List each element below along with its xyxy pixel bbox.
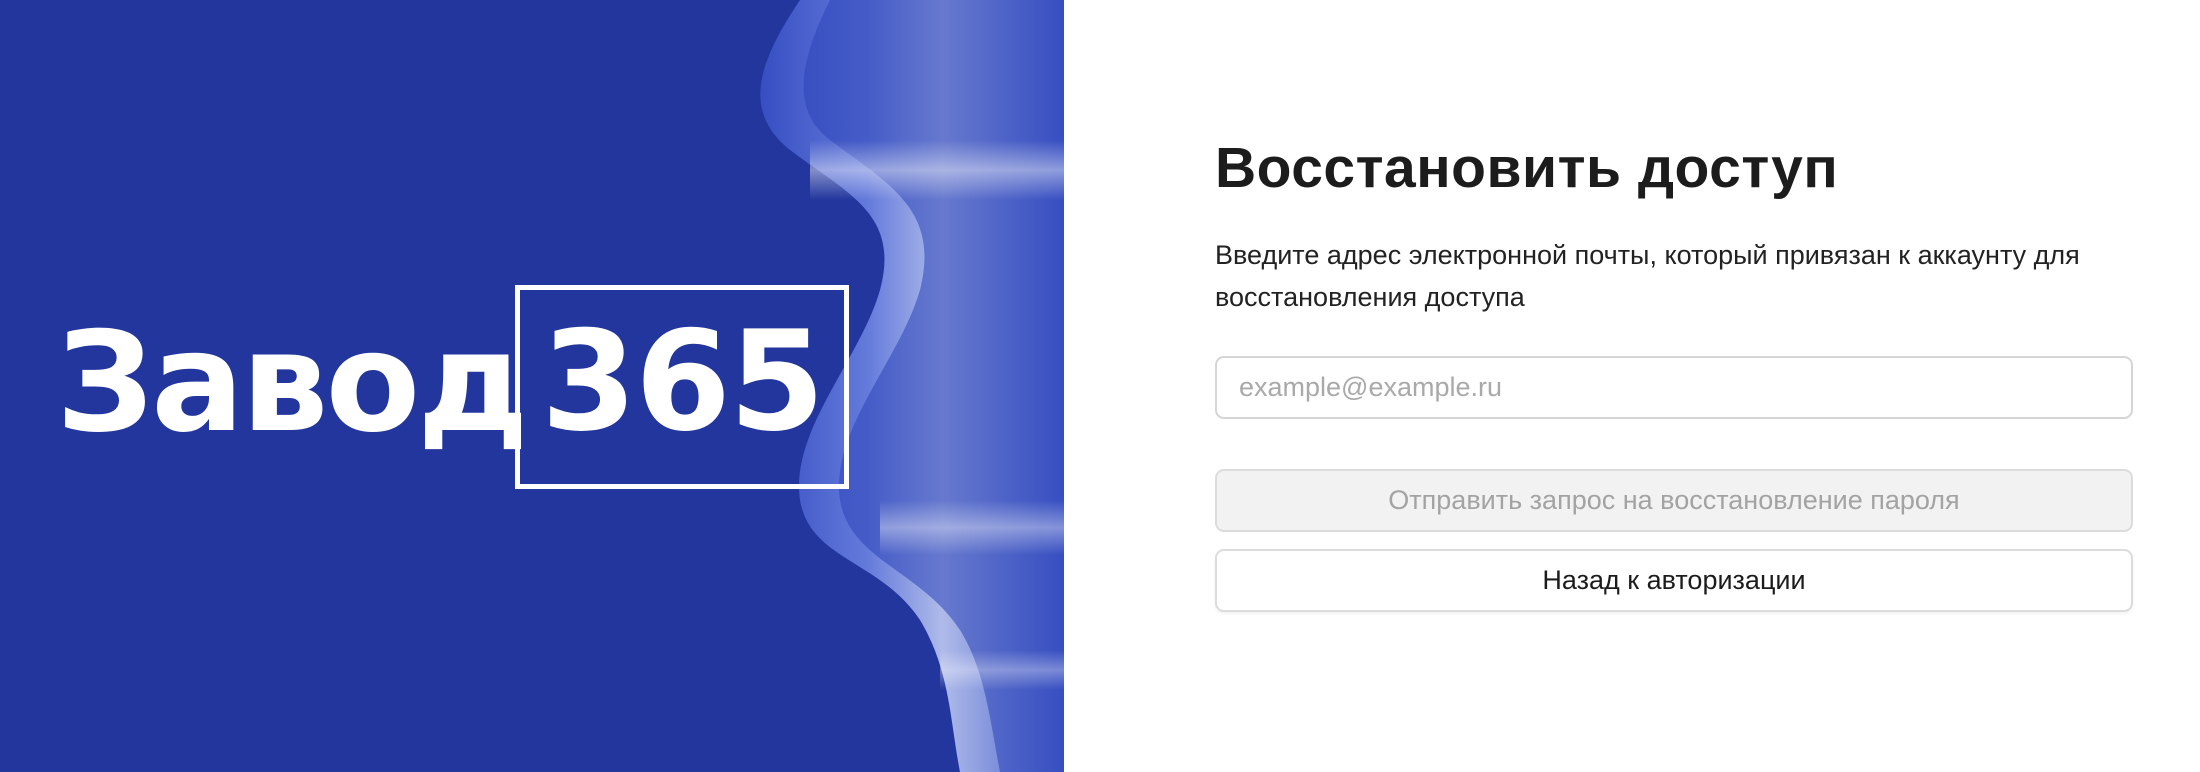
email-input[interactable] — [1215, 356, 2133, 419]
page-title: Восстановить доступ — [1215, 136, 1839, 200]
logo: Завод 365 — [56, 285, 849, 489]
logo-number: 365 — [540, 301, 825, 462]
back-to-login-button[interactable]: Назад к авторизации — [1215, 549, 2133, 612]
submit-button[interactable]: Отправить запрос на восстановление парол… — [1215, 469, 2133, 532]
logo-number-box: 365 — [515, 285, 849, 489]
brand-panel: Завод 365 — [0, 0, 1064, 772]
logo-word: Завод — [56, 302, 529, 463]
recovery-form: Восстановить доступ Введите адрес электр… — [1215, 130, 2133, 612]
form-description: Введите адрес электронной почты, который… — [1215, 240, 2080, 312]
